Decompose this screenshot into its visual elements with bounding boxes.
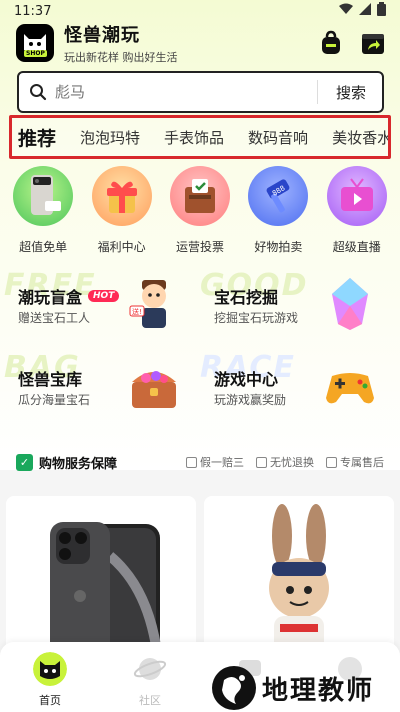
quick-entry-auction[interactable]: 888 好物拍卖 <box>242 166 314 260</box>
watermark-logo-icon <box>212 666 256 710</box>
app-title: 怪兽潮玩 <box>64 25 140 46</box>
quick-entry-vote[interactable]: 运营投票 <box>164 166 236 260</box>
backpack-button[interactable] <box>318 30 344 56</box>
tab-digital-audio[interactable]: 数码音响 <box>248 127 308 148</box>
signal-icon <box>359 3 371 19</box>
battery-icon <box>377 2 386 20</box>
feature-subtitle: 赠送宝石工人 <box>18 311 91 325</box>
feature-subtitle: 玩游戏赢奖励 <box>214 393 287 407</box>
auction-hammer-icon: 888 <box>248 166 309 226</box>
backpack-icon <box>322 30 340 54</box>
home-monster-icon <box>33 652 67 686</box>
quick-entry-label: 运营投票 <box>175 240 224 254</box>
tab-recommend[interactable]: 推荐 <box>18 124 56 151</box>
app-header: SHOP 怪兽潮玩 玩出新花样 购出好生活 <box>16 20 386 66</box>
quick-entry-live[interactable]: 超级直播 <box>321 166 393 260</box>
feature-blind-box[interactable]: FREE 潮玩盲盒 HOT 赠送宝石工人 送! <box>2 268 192 336</box>
search-bar[interactable]: 搜索 <box>17 71 384 113</box>
gift-box-icon <box>91 166 152 226</box>
vote-box-icon <box>169 166 230 226</box>
status-bar: 11:37 <box>0 0 400 22</box>
guarantee-item-fake-compensation: 假一赔三 <box>186 454 244 470</box>
feature-title: 游戏中心 <box>214 370 279 389</box>
nav-home[interactable]: 首页 <box>20 652 80 708</box>
tab-beauty-perfume[interactable]: 美妆香水 <box>332 127 388 148</box>
guarantee-item-free-return: 无忧退换 <box>256 454 314 470</box>
quick-entry-label: 好物拍卖 <box>254 240 303 254</box>
app-logo: SHOP <box>16 24 54 62</box>
search-divider <box>316 80 318 104</box>
status-icons <box>339 2 386 20</box>
feature-subtitle: 挖掘宝石玩游戏 <box>214 311 299 325</box>
feature-grid: FREE 潮玩盲盒 HOT 赠送宝石工人 送! GOOD 宝石挖掘 挖掘宝石玩游… <box>0 268 400 420</box>
quick-entry-row: 超值免单 福利中心 运营投票 888 好物拍卖 超级直播 <box>0 166 400 260</box>
phone-gift-icon <box>13 166 74 226</box>
hot-badge: HOT <box>88 290 120 302</box>
watermark: 地理教师 <box>212 664 400 712</box>
feature-title: 宝石挖掘 <box>214 288 279 307</box>
guarantee-item-label: 假一赔三 <box>200 456 244 469</box>
share-button[interactable] <box>360 30 386 56</box>
quick-entry-label: 超值免单 <box>19 240 68 254</box>
live-tv-icon <box>326 166 387 226</box>
search-input[interactable] <box>55 83 317 101</box>
feature-title: 潮玩盲盒 <box>18 288 83 307</box>
guarantee-item-icon <box>256 456 267 468</box>
nav-label: 社区 <box>139 694 161 707</box>
feature-game-center[interactable]: RACE 游戏中心 玩游戏赢奖励 <box>198 350 388 418</box>
game-controller-icon <box>326 373 374 404</box>
guarantee-item-label: 专属售后 <box>340 456 384 469</box>
tab-popmart[interactable]: 泡泡玛特 <box>80 127 140 148</box>
category-tabs: 推荐 泡泡玛特 手表饰品 数码音响 美妆香水 <box>9 115 391 159</box>
feature-gem-mining[interactable]: GOOD 宝石挖掘 挖掘宝石玩游戏 <box>198 268 388 336</box>
crystal-gem-icon <box>332 278 368 330</box>
guarantee-item-after-sales: 专属售后 <box>326 454 384 470</box>
search-button[interactable]: 搜索 <box>336 82 366 103</box>
feature-title: 怪兽宝库 <box>18 370 83 389</box>
planet-icon <box>133 658 167 680</box>
shopping-guarantee-bar: ✓ 购物服务保障 假一赔三 无忧退换 专属售后 <box>0 448 400 476</box>
guarantee-title: 购物服务保障 <box>39 456 118 472</box>
svg-text:送!: 送! <box>132 307 142 316</box>
search-icon <box>30 84 47 101</box>
quick-entry-free-order[interactable]: 超值免单 <box>7 166 79 260</box>
quick-entry-label: 超级直播 <box>332 240 381 254</box>
feature-monster-vault[interactable]: BAG 怪兽宝库 瓜分海量宝石 <box>2 350 192 418</box>
treasure-chest-icon <box>132 371 176 408</box>
gem-worker-figure-icon: 送! <box>129 280 166 328</box>
guarantee-item-icon <box>186 456 197 468</box>
shield-check-icon: ✓ <box>16 453 33 471</box>
app-slogan: 玩出新花样 购出好生活 <box>64 51 178 64</box>
feature-subtitle: 瓜分海量宝石 <box>18 393 91 407</box>
share-icon <box>362 34 384 54</box>
guarantee-item-label: 无忧退换 <box>270 456 314 469</box>
nav-community[interactable]: 社区 <box>120 652 180 708</box>
nav-label: 首页 <box>39 694 61 707</box>
guarantee-item-icon <box>326 456 337 468</box>
quick-entry-welfare-center[interactable]: 福利中心 <box>86 166 158 260</box>
tab-watches-jewelry[interactable]: 手表饰品 <box>164 127 224 148</box>
quick-entry-label: 福利中心 <box>97 240 146 254</box>
logo-shop-tag: SHOP <box>24 50 47 57</box>
watermark-text: 地理教师 <box>262 675 375 706</box>
wifi-icon <box>339 3 353 19</box>
status-time: 11:37 <box>14 3 52 19</box>
